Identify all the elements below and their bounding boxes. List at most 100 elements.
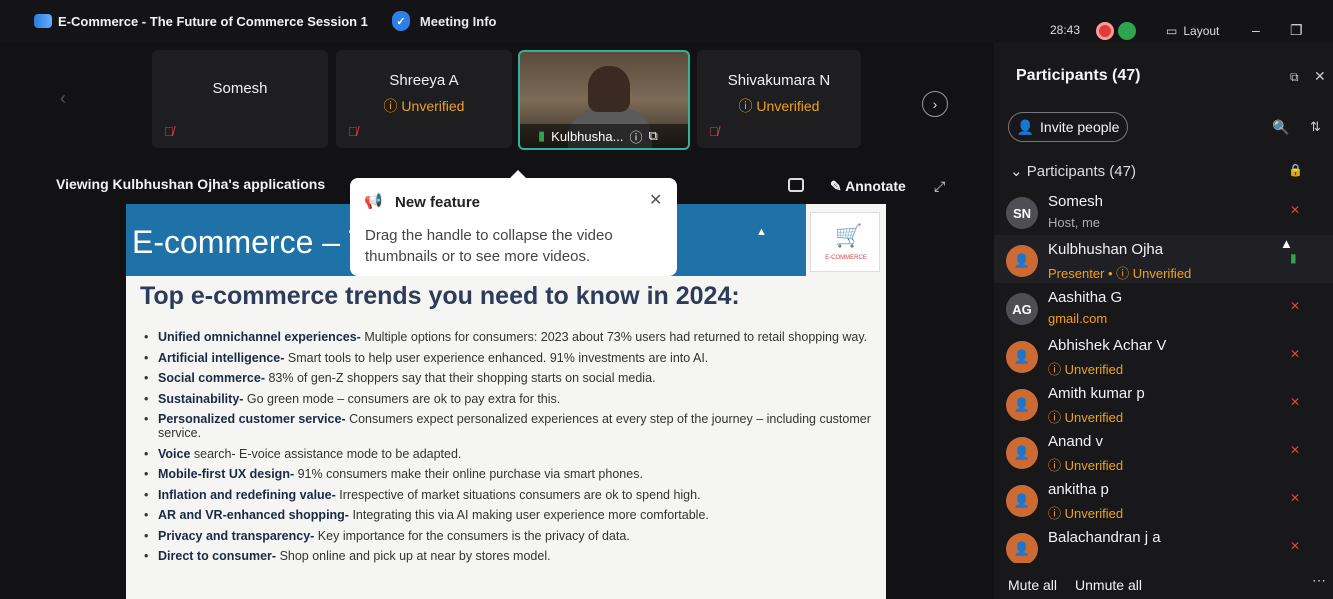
mic-muted-icon[interactable]: ✕ <box>1290 443 1300 457</box>
mic-muted-icon[interactable]: ✕ <box>1290 395 1300 409</box>
mic-muted-icon[interactable]: ✕ <box>1290 299 1300 313</box>
bullet-item: Personalized customer service- Consumers… <box>140 412 880 440</box>
participant-row[interactable]: 👤 ankitha p ⓘ Unverified ✕ <box>994 475 1333 523</box>
mic-muted-icon[interactable]: ✕ <box>1290 347 1300 361</box>
bullet-item: Direct to consumer- Shop online and pick… <box>140 549 880 563</box>
chevron-down-icon: ⌄ <box>1010 163 1023 180</box>
search-icon[interactable]: 🔍 <box>1272 119 1289 136</box>
app-logo-icon <box>34 14 52 28</box>
more-options-icon[interactable]: ⋯ <box>1312 572 1326 589</box>
mic-muted-icon: 🎙̸ <box>164 124 174 139</box>
shopping-cart-icon: 🛒 <box>835 223 863 248</box>
participant-row[interactable]: 👤 Amith kumar p ⓘ Unverified ✕ <box>994 379 1333 427</box>
close-icon[interactable]: ✕ <box>649 190 662 210</box>
close-panel-icon[interactable]: ✕ <box>1314 68 1326 85</box>
mic-on-icon: ▮ <box>538 128 546 143</box>
participant-row[interactable]: 👤 Balachandran j a ✕ <box>994 523 1333 563</box>
previous-thumbnails-icon[interactable]: ‹ <box>60 88 66 109</box>
participant-status: ⓘ Unverified <box>1048 506 1124 521</box>
cursor-icon: ▲ <box>1280 236 1293 251</box>
participant-name: ankitha p <box>1048 481 1109 498</box>
meeting-window: E-Commerce - The Future of Commerce Sess… <box>0 0 1333 599</box>
avatar: AG <box>1006 293 1038 325</box>
participant-row[interactable]: AG Aashitha G gmail.com ✕ <box>994 283 1333 331</box>
participant-row[interactable]: 👤 Abhishek Achar V ⓘ Unverified ✕ <box>994 331 1333 379</box>
mic-muted-icon[interactable]: ✕ <box>1290 491 1300 505</box>
slide-heading: Top e-commerce trends you need to know i… <box>140 282 740 310</box>
info-icon: ⓘ <box>629 129 643 145</box>
participant-row[interactable]: SN Somesh Host, me ✕ <box>994 187 1333 235</box>
participant-row[interactable]: 👤 Anand v ⓘ Unverified ✕ <box>994 427 1333 475</box>
recording-icon[interactable] <box>1096 22 1114 40</box>
popout-icon[interactable]: ⧉ <box>1290 70 1299 85</box>
panel-title: Participants (47) <box>1016 67 1141 84</box>
annotate-icon: ✎ <box>830 178 842 194</box>
video-thumbnail-strip: ‹ Somesh 🎙̸ Shreeya A ⓘ Unverified 🎙̸ Sh… <box>0 42 990 160</box>
thumbnail-somesh[interactable]: Somesh 🎙̸ <box>152 50 328 148</box>
minimize-icon[interactable]: – <box>1252 22 1260 38</box>
meeting-info-button[interactable]: ✓ Meeting Info <box>391 11 496 31</box>
avatar: 👤 <box>1006 437 1038 469</box>
fullscreen-icon[interactable]: ⤢ <box>934 178 945 195</box>
thumbnail-name: Kulbhusha... <box>551 128 624 144</box>
bullet-item: Inflation and redefining value- Irrespec… <box>140 488 880 502</box>
section-label: Participants (47) <box>1026 163 1136 180</box>
tooltip-body: Drag the handle to collapse the video th… <box>365 227 613 265</box>
participant-role: Host, me <box>1048 215 1101 230</box>
annotate-label: Annotate <box>845 178 906 194</box>
thumbnail-shreeya[interactable]: Shreeya A ⓘ Unverified 🎙̸ <box>336 50 512 148</box>
slide-logo-text: E-COMMERCE <box>825 255 867 261</box>
participant-name: Somesh <box>1048 193 1104 210</box>
mic-muted-icon[interactable]: ✕ <box>1290 203 1300 217</box>
restore-icon[interactable]: ❐ <box>1290 22 1303 39</box>
new-feature-tooltip: 📢 New feature ✕ Drag the handle to colla… <box>350 170 677 276</box>
participant-status: ⓘ Unverified <box>1048 362 1124 377</box>
cursor-icon: ▲ <box>756 226 767 238</box>
video-caption: ▮ Kulbhusha... ⓘ ⧉ <box>520 124 688 148</box>
person-add-icon: 👤 <box>1016 118 1035 135</box>
slide-bullets: Unified omnichannel experiences- Multipl… <box>140 330 880 570</box>
bullet-item: Privacy and transparency- Key importance… <box>140 529 880 543</box>
thumbnail-name: Shreeya A <box>389 72 459 89</box>
meeting-title: E-Commerce - The Future of Commerce Sess… <box>58 13 368 29</box>
participant-name: Anand v <box>1048 433 1104 450</box>
participant-name: Abhishek Achar V <box>1048 337 1167 354</box>
bullet-item: Social commerce- 83% of gen-Z shoppers s… <box>140 371 880 385</box>
panel-footer: Mute all Unmute all <box>994 571 1333 599</box>
participant-name: Aashitha G <box>1048 289 1123 306</box>
participants-panel: Participants (47) ⧉ ✕ 👤 Invite people 🔍 … <box>994 42 1333 599</box>
bullet-item: Artificial intelligence- Smart tools to … <box>140 351 880 365</box>
thumbnail-shivakumara[interactable]: Shivakumara N ⓘ Unverified 🎙̸ <box>697 50 861 148</box>
bullet-item: Sustainability- Go green mode – consumer… <box>140 392 880 406</box>
layout-button[interactable]: ▭ Layout <box>1156 18 1229 44</box>
thumbnail-name: Somesh <box>212 80 268 97</box>
bullet-item: Voice search- E-voice assistance mode to… <box>140 447 880 461</box>
thumbnail-kulbhushan-video[interactable]: ▮ Kulbhusha... ⓘ ⧉ <box>518 50 690 150</box>
sort-icon[interactable]: ⇅ <box>1310 119 1321 135</box>
participants-section-toggle[interactable]: ⌄ Participants (47) <box>1010 162 1136 180</box>
participant-name: Kulbhushan Ojha <box>1048 241 1164 258</box>
audio-indicator-icon <box>1118 22 1136 40</box>
view-options-icon[interactable] <box>788 178 804 192</box>
invite-people-button[interactable]: 👤 Invite people <box>1008 112 1128 142</box>
avatar: 👤 <box>1006 533 1038 563</box>
participant-status: ⓘ Unverified <box>1048 458 1124 473</box>
tooltip-title: New feature <box>395 194 481 211</box>
next-thumbnails-icon[interactable]: › <box>922 91 948 117</box>
unmute-all-button[interactable]: Unmute all <box>1075 577 1142 593</box>
bullet-item: Unified omnichannel experiences- Multipl… <box>140 330 880 344</box>
invite-label: Invite people <box>1040 119 1120 135</box>
participant-status: ⓘ Unverified <box>1048 410 1124 425</box>
shield-icon: ✓ <box>391 11 410 31</box>
meeting-timer: 28:43 <box>1050 23 1081 37</box>
mic-on-icon[interactable]: ▮ <box>1290 251 1297 265</box>
video-feed-person <box>588 66 630 112</box>
unverified-label: ⓘ Unverified <box>383 98 465 114</box>
mic-muted-icon[interactable]: ✕ <box>1290 539 1300 553</box>
share-screen-icon: ⧉ <box>648 128 658 143</box>
avatar: SN <box>1006 197 1038 229</box>
mute-all-button[interactable]: Mute all <box>1008 577 1057 593</box>
participant-name: Amith kumar p <box>1048 385 1145 402</box>
annotate-button[interactable]: ✎ Annotate <box>830 178 906 195</box>
avatar: 👤 <box>1006 341 1038 373</box>
